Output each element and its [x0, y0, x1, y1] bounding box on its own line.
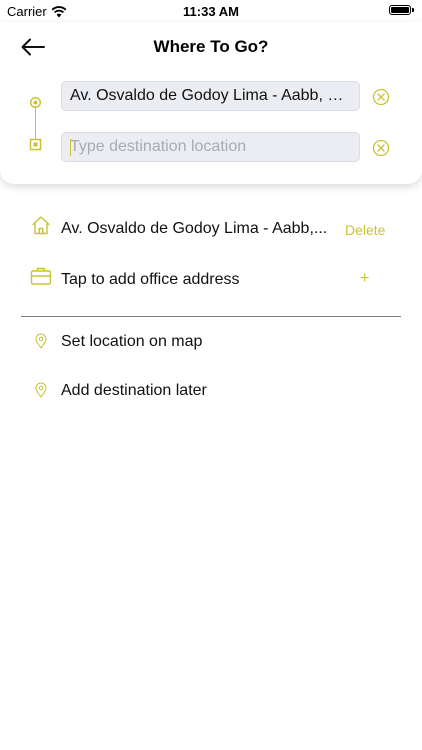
add-office-button[interactable]: +: [360, 270, 369, 288]
divider: [21, 316, 401, 317]
destination-square-icon: [29, 138, 42, 156]
location-pin-icon: [35, 333, 47, 354]
office-address-label: Tap to add office address: [61, 271, 240, 288]
origin-field[interactable]: Av. Osvaldo de Godoy Lima - Aabb, S...: [61, 81, 360, 111]
home-address-label: Av. Osvaldo de Godoy Lima - Aabb,...: [61, 220, 328, 237]
battery-icon: [389, 5, 411, 15]
clear-icon[interactable]: [372, 139, 390, 157]
route-card: Where To Go? Av. Osvaldo de Godoy Lima -…: [0, 22, 422, 184]
battery-tip: [412, 8, 414, 12]
set-location-on-map-label: Set location on map: [61, 333, 203, 350]
location-pin-icon: [35, 382, 47, 403]
set-location-on-map-row[interactable]: Set location on map: [0, 327, 422, 357]
clear-icon[interactable]: [372, 88, 390, 106]
office-address-row[interactable]: Tap to add office address +: [0, 265, 422, 295]
route-connector-line: [35, 106, 36, 140]
add-destination-later-row[interactable]: Add destination later: [0, 376, 422, 406]
clock: 11:33 AM: [183, 4, 239, 19]
add-destination-later-label: Add destination later: [61, 382, 207, 399]
page-title: Where To Go?: [153, 37, 269, 56]
text-caret: [70, 139, 71, 156]
destination-input[interactable]: [70, 133, 351, 161]
delete-home-button[interactable]: Delete: [345, 222, 385, 238]
home-icon: [30, 214, 52, 241]
destination-field[interactable]: [61, 132, 360, 162]
home-address-row[interactable]: Av. Osvaldo de Godoy Lima - Aabb,... Del…: [0, 214, 422, 244]
status-bar: Carrier 11:33 AM: [0, 0, 422, 22]
briefcase-icon: [30, 266, 52, 291]
